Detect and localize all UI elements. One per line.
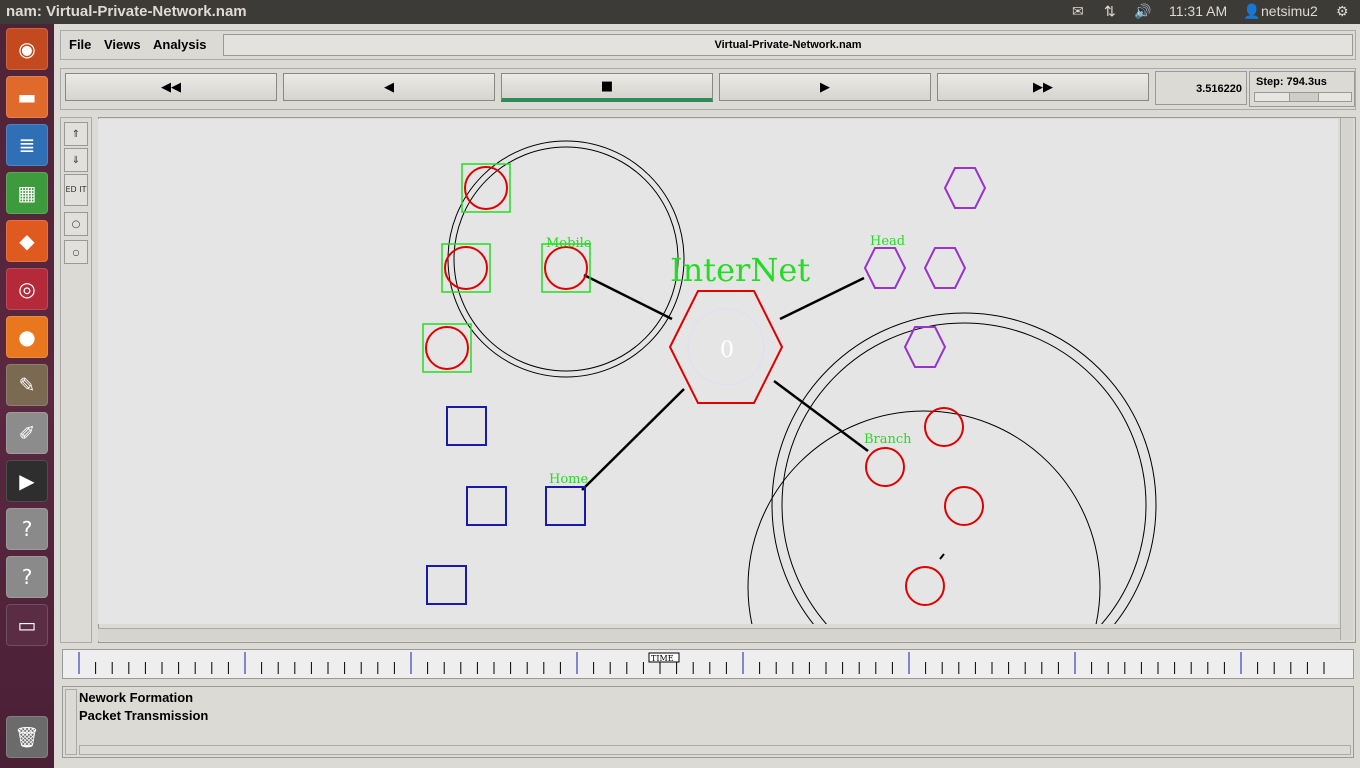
canvas-horizontal-scrollbar[interactable] [98,628,1340,641]
edit-toolbar: ⇑ ⇓ ED IT ○ ○ [60,117,92,643]
head-node [943,167,987,209]
unknown-app-icon[interactable]: ? [6,508,48,550]
system-top-bar: nam: Virtual-Private-Network.nam ✉ ⇅ 🔊 1… [0,0,1360,24]
user-icon: 👤 [1243,3,1261,19]
unity-launcher: ◉ ▬ ≣ ▦ ◆ ◎ ● ✎ ✐ ▶?? ▭ 🗑 [0,24,54,768]
text-editor-icon[interactable]: ✐ [6,412,48,454]
branch-range-ring [771,312,1157,624]
branch-node [905,566,945,606]
internet-node-id: 0 [720,338,734,363]
playback-controls: ◀◀ ◀ ■ ▶ ▶▶ 3.516220 Step: 794.3us [60,68,1356,110]
mobile-node [544,246,588,290]
mobile-range-ring [453,146,679,372]
software-center-icon[interactable]: ◆ [6,220,48,262]
current-time-display: 3.516220 [1155,71,1247,105]
play-button[interactable]: ▶ [719,73,931,101]
network-canvas[interactable]: 0 InterNet Mobile Head Branch Home [98,119,1338,624]
branch-range-ring [781,322,1147,624]
fast-forward-button[interactable]: ▶▶ [937,73,1149,101]
clock[interactable]: 11:31 AM [1169,3,1227,19]
analysis-menu[interactable]: Analysis [153,37,206,52]
workspace-switcher-icon[interactable]: ▭ [6,604,48,646]
rewind-button[interactable]: ◀◀ [65,73,277,101]
unknown-app-icon[interactable]: ? [6,556,48,598]
home-node [446,406,487,446]
network-diagram: 0 InterNet Mobile Head Branch Home [422,140,1157,624]
head-node [923,247,967,289]
terminal-icon[interactable]: ▶ [6,460,48,502]
step-slider[interactable] [1254,92,1352,102]
internet-label: InterNet [670,251,810,289]
time-slider-label: TIME [651,654,674,663]
branch-node [944,486,984,526]
ubuntu-dash-icon[interactable]: ◉ [6,28,48,70]
home-label: Home [549,472,588,487]
gimp-icon[interactable]: ✎ [6,364,48,406]
annotation-panel: Nework Formation Packet Transmission [62,686,1354,758]
mobile-node-box [541,243,591,293]
annotation-vertical-scrollbar[interactable] [65,689,77,755]
time-slider[interactable]: TIME [62,649,1354,679]
annotation-list[interactable]: Nework Formation Packet Transmission [79,689,1349,743]
home-link [581,388,685,491]
head-label: Head [870,234,905,249]
branch-node [924,407,964,447]
large-circle-icon[interactable]: ○ [64,212,88,236]
branch-link [773,379,869,453]
home-node [545,486,586,526]
mobile-node-box [441,243,491,293]
head-node [863,247,907,289]
menu-bar: File Views Analysis Virtual-Private-Netw… [60,30,1356,60]
mobile-node [425,326,469,370]
packet-mark [939,553,945,560]
firefox-icon[interactable]: ● [6,316,48,358]
settings-gear-icon[interactable]: ⚙ [1336,3,1349,20]
branch-label: Branch [864,432,912,447]
volume-icon[interactable]: 🔊 [1134,3,1151,20]
home-node [426,565,467,605]
writer-icon[interactable]: ≣ [6,124,48,166]
mobile-label: Mobile [546,236,592,251]
timeline-ticks: TIME [78,652,1325,674]
head-node [903,326,947,368]
calc-icon[interactable]: ▦ [6,172,48,214]
mail-icon[interactable]: ✉ [1072,3,1084,20]
branch-node [865,447,905,487]
user-name[interactable]: netsimu2 [1261,3,1318,19]
aptana-icon[interactable]: ◎ [6,268,48,310]
step-control: Step: 794.3us [1249,71,1355,107]
views-menu[interactable]: Views [104,37,141,52]
branch-range-ring [747,410,1101,624]
step-slider-knob[interactable] [1289,93,1319,101]
stop-button[interactable]: ■ [501,73,713,102]
mobile-node-box [461,163,511,213]
edit-button[interactable]: ED IT [64,174,88,206]
home-node [466,486,507,526]
window-title: nam: Virtual-Private-Network.nam [6,3,247,20]
small-circle-icon[interactable]: ○ [64,240,88,264]
zoom-out-icon[interactable]: ⇓ [64,148,88,172]
annotation-line[interactable]: Nework Formation [79,689,1349,707]
files-icon[interactable]: ▬ [6,76,48,118]
trash-icon[interactable]: 🗑 [6,716,48,758]
mobile-node-box [422,323,472,373]
step-back-button[interactable]: ◀ [283,73,495,101]
mobile-link [583,273,673,321]
step-label: Step: 794.3us [1256,76,1327,88]
mobile-range-ring [447,140,685,378]
network-icon[interactable]: ⇅ [1104,3,1116,20]
zoom-in-icon[interactable]: ⇑ [64,122,88,146]
nam-window: File Views Analysis Virtual-Private-Netw… [54,24,1360,768]
canvas-vertical-scrollbar[interactable] [1340,118,1353,640]
file-menu[interactable]: File [69,37,91,52]
file-name-display: Virtual-Private-Network.nam [223,34,1353,56]
annotation-horizontal-scrollbar[interactable] [79,745,1351,755]
mobile-node [444,246,488,290]
annotation-line[interactable]: Packet Transmission [79,707,1349,725]
